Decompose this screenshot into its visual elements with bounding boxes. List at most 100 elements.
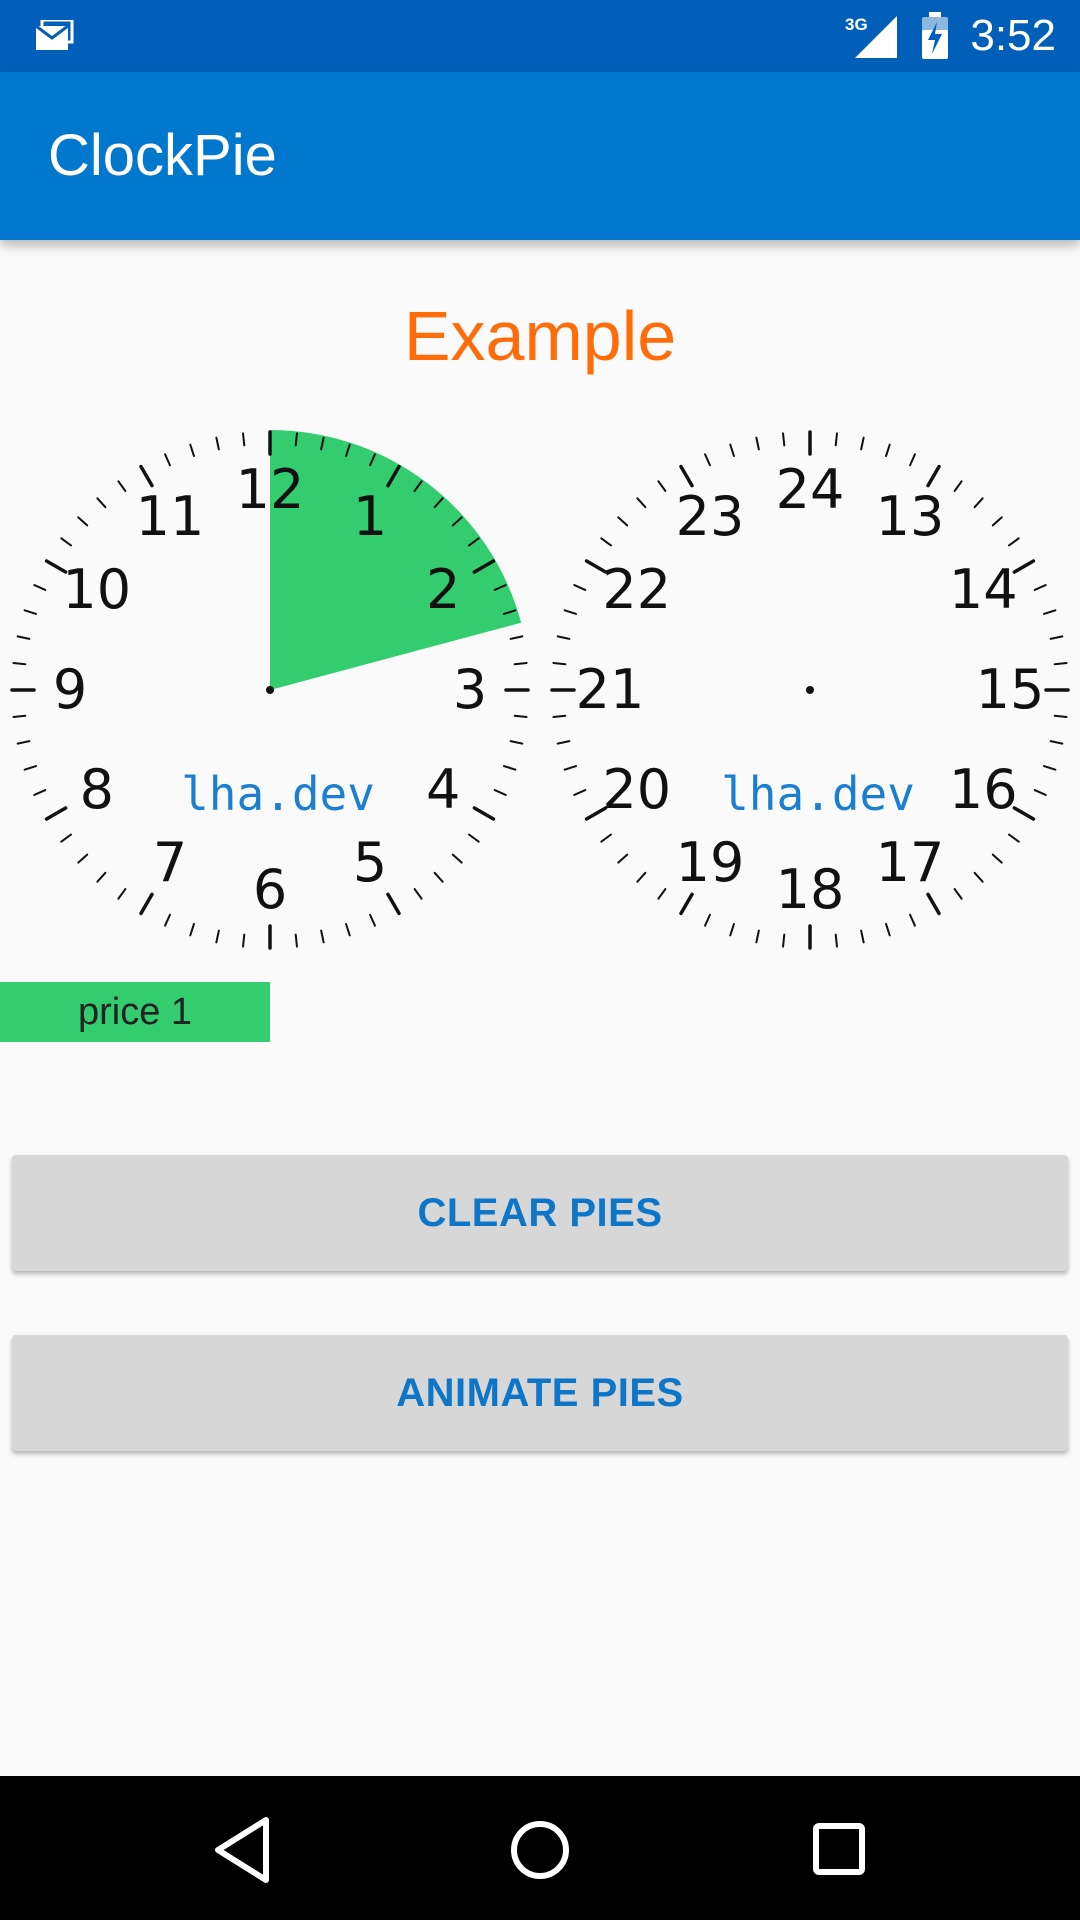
- minute-tick: [1008, 833, 1020, 843]
- minute-tick: [755, 929, 760, 944]
- minute-tick: [345, 922, 351, 937]
- minute-tick: [369, 913, 376, 927]
- clock-pie-24-hour[interactable]: 24 1314 15 1617 18 1920 21 2223 lha.dev: [540, 420, 1080, 960]
- minute-tick: [96, 871, 107, 883]
- minute-tick: [1008, 537, 1020, 547]
- minute-tick: [1053, 662, 1068, 666]
- status-bar: 3G 3:52: [0, 0, 1080, 72]
- minute-tick: [729, 922, 735, 937]
- hour-label: 9: [53, 658, 87, 721]
- minute-tick: [600, 833, 612, 843]
- back-icon[interactable]: [210, 1814, 274, 1886]
- minute-tick: [704, 913, 711, 927]
- minute-tick: [1033, 789, 1047, 796]
- hour-label: 16: [949, 758, 1018, 821]
- minute-tick: [729, 443, 735, 458]
- minute-tick: [704, 453, 711, 467]
- minute-tick: [242, 933, 246, 948]
- hour-label: 20: [602, 758, 671, 821]
- minute-tick: [12, 662, 27, 666]
- minute-tick: [657, 888, 667, 900]
- minute-tick: [60, 537, 72, 547]
- home-icon[interactable]: [504, 1814, 576, 1886]
- animate-pies-button[interactable]: ANIMATE PIES: [12, 1335, 1068, 1451]
- minute-tick: [909, 913, 916, 927]
- hour-label: 10: [62, 558, 131, 621]
- minute-tick: [23, 765, 38, 771]
- hour-tick: [679, 464, 694, 488]
- minute-tick: [834, 432, 838, 447]
- hour-tick: [472, 806, 496, 821]
- minute-tick: [294, 933, 298, 948]
- hour-label: 2: [426, 558, 460, 621]
- hour-label: 3: [453, 658, 487, 721]
- example-heading: Example: [403, 297, 677, 375]
- hour-label: 6: [253, 858, 287, 921]
- minute-tick: [556, 740, 571, 745]
- hour-label: 18: [776, 858, 845, 921]
- minute-tick: [320, 929, 325, 944]
- hour-label: 22: [602, 558, 671, 621]
- hour-label: 11: [136, 485, 205, 548]
- minute-tick: [215, 929, 220, 944]
- hour-tick: [926, 892, 941, 916]
- minute-tick: [973, 871, 984, 883]
- minute-tick: [617, 516, 629, 527]
- minute-tick: [513, 714, 528, 718]
- minute-tick: [600, 537, 612, 547]
- clock-pie-12-hour[interactable]: 12 12 3 45 6 78 9 1011 lha.dev: [0, 420, 540, 960]
- navigation-bar: [0, 1776, 1080, 1920]
- minute-tick: [1033, 584, 1047, 591]
- hour-label: 8: [80, 758, 114, 821]
- minute-tick: [860, 929, 865, 944]
- minute-tick: [468, 833, 480, 843]
- minute-tick: [552, 714, 567, 718]
- battery-charging-icon: [922, 12, 948, 59]
- network-type-label: 3G: [845, 15, 868, 34]
- hour-tick: [926, 464, 941, 488]
- minute-tick: [96, 497, 107, 509]
- minute-tick: [77, 516, 89, 527]
- clock-center-dot: [266, 686, 274, 694]
- hour-tick: [139, 464, 154, 488]
- minute-tick: [563, 609, 578, 615]
- minute-tick: [885, 443, 891, 458]
- cell-signal-icon: 3G: [845, 15, 897, 58]
- hour-label: 21: [576, 658, 645, 721]
- hour-label: 4: [426, 758, 460, 821]
- minute-tick: [164, 453, 171, 467]
- minute-tick: [556, 635, 571, 640]
- pie-sector: [270, 430, 522, 690]
- hour-label: 7: [153, 831, 187, 894]
- hour-label: 5: [353, 831, 387, 894]
- minute-tick: [509, 635, 524, 640]
- minute-tick: [33, 584, 47, 591]
- minute-tick: [1049, 635, 1064, 640]
- hour-label: 19: [676, 831, 745, 894]
- legend-item: price 1: [0, 982, 270, 1042]
- watermark-label: lha.dev: [721, 767, 915, 821]
- hour-tick: [679, 892, 694, 916]
- minute-tick: [617, 853, 629, 864]
- email-notification-icon: [35, 20, 74, 50]
- clear-pies-button[interactable]: CLEAR PIES: [12, 1155, 1068, 1271]
- app-bar: ClockPie: [0, 72, 1080, 240]
- minute-tick: [552, 662, 567, 666]
- minute-tick: [973, 497, 984, 509]
- minute-tick: [953, 480, 963, 492]
- hour-label: 14: [949, 558, 1018, 621]
- minute-tick: [433, 871, 444, 883]
- hour-label: 15: [976, 658, 1045, 721]
- minute-tick: [215, 436, 220, 451]
- minute-tick: [991, 516, 1003, 527]
- recents-icon[interactable]: [810, 1814, 870, 1886]
- minute-tick: [513, 662, 528, 666]
- minute-tick: [451, 853, 463, 864]
- minute-tick: [294, 432, 298, 447]
- hour-label: 1: [353, 485, 387, 548]
- minute-tick: [60, 833, 72, 843]
- clock-center-dot: [806, 686, 814, 694]
- minute-tick: [657, 480, 667, 492]
- minute-tick: [33, 789, 47, 796]
- minute-tick: [953, 888, 963, 900]
